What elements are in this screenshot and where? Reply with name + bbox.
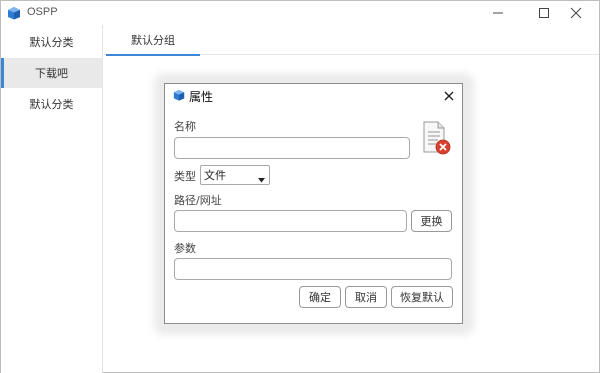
ok-button-label: 确定 xyxy=(309,291,331,304)
path-field[interactable] xyxy=(174,210,407,232)
sidebar: 默认分类 下载吧 默认分类 xyxy=(1,25,103,373)
chevron-down-icon xyxy=(258,173,265,186)
invalid-file-icon xyxy=(420,120,452,156)
app-cube-icon xyxy=(7,6,21,20)
sidebar-item-default-category-2[interactable]: 默认分类 xyxy=(1,89,102,119)
change-button[interactable]: 更换 xyxy=(411,210,452,232)
minimize-button[interactable] xyxy=(475,1,521,25)
cancel-button[interactable]: 取消 xyxy=(345,286,387,308)
close-icon xyxy=(570,7,582,19)
active-indicator xyxy=(1,58,4,88)
name-label: 名称 xyxy=(174,120,196,133)
sidebar-item-xiazaiba[interactable]: 下载吧 xyxy=(1,58,102,88)
tab-default-group[interactable]: 默认分组 xyxy=(106,25,200,56)
ok-button[interactable]: 确定 xyxy=(299,286,341,308)
minimize-icon xyxy=(493,12,503,14)
type-label: 类型 xyxy=(174,170,196,183)
name-field[interactable] xyxy=(174,137,410,159)
sidebar-item-label: 默认分类 xyxy=(29,98,74,111)
close-window-button[interactable] xyxy=(553,1,599,25)
dialog-title: 属性 xyxy=(189,90,214,104)
type-select-value: 文件 xyxy=(204,169,226,182)
reset-button-label: 恢复默认 xyxy=(400,291,444,304)
window-title: OSPP xyxy=(27,6,58,18)
dialog-close-button[interactable] xyxy=(441,88,457,104)
params-label: 参数 xyxy=(174,242,196,255)
close-icon xyxy=(444,91,454,101)
sidebar-item-label: 默认分类 xyxy=(29,36,74,49)
tab-active-underline xyxy=(106,54,200,56)
cancel-button-label: 取消 xyxy=(355,291,377,304)
sidebar-item-label: 下载吧 xyxy=(35,67,68,80)
change-button-label: 更换 xyxy=(420,215,443,228)
sidebar-item-default-category[interactable]: 默认分类 xyxy=(1,27,102,57)
tab-bar: 默认分组 xyxy=(104,25,599,56)
app-window: OSPP 默认分类 下载吧 默认分类 默认分组 属性 名称 类型 文件 路径/网… xyxy=(0,0,600,373)
type-select[interactable]: 文件 xyxy=(200,165,270,185)
title-bar: OSPP xyxy=(1,1,599,25)
path-label: 路径/网址 xyxy=(174,194,222,207)
tab-label: 默认分组 xyxy=(131,34,175,47)
dialog-cube-icon xyxy=(173,89,185,101)
properties-dialog: 属性 名称 类型 文件 路径/网址 更换 参数 确定 取消 恢复默认 xyxy=(164,83,463,324)
maximize-icon xyxy=(539,8,549,18)
reset-defaults-button[interactable]: 恢复默认 xyxy=(391,286,453,308)
params-field[interactable] xyxy=(174,258,452,280)
